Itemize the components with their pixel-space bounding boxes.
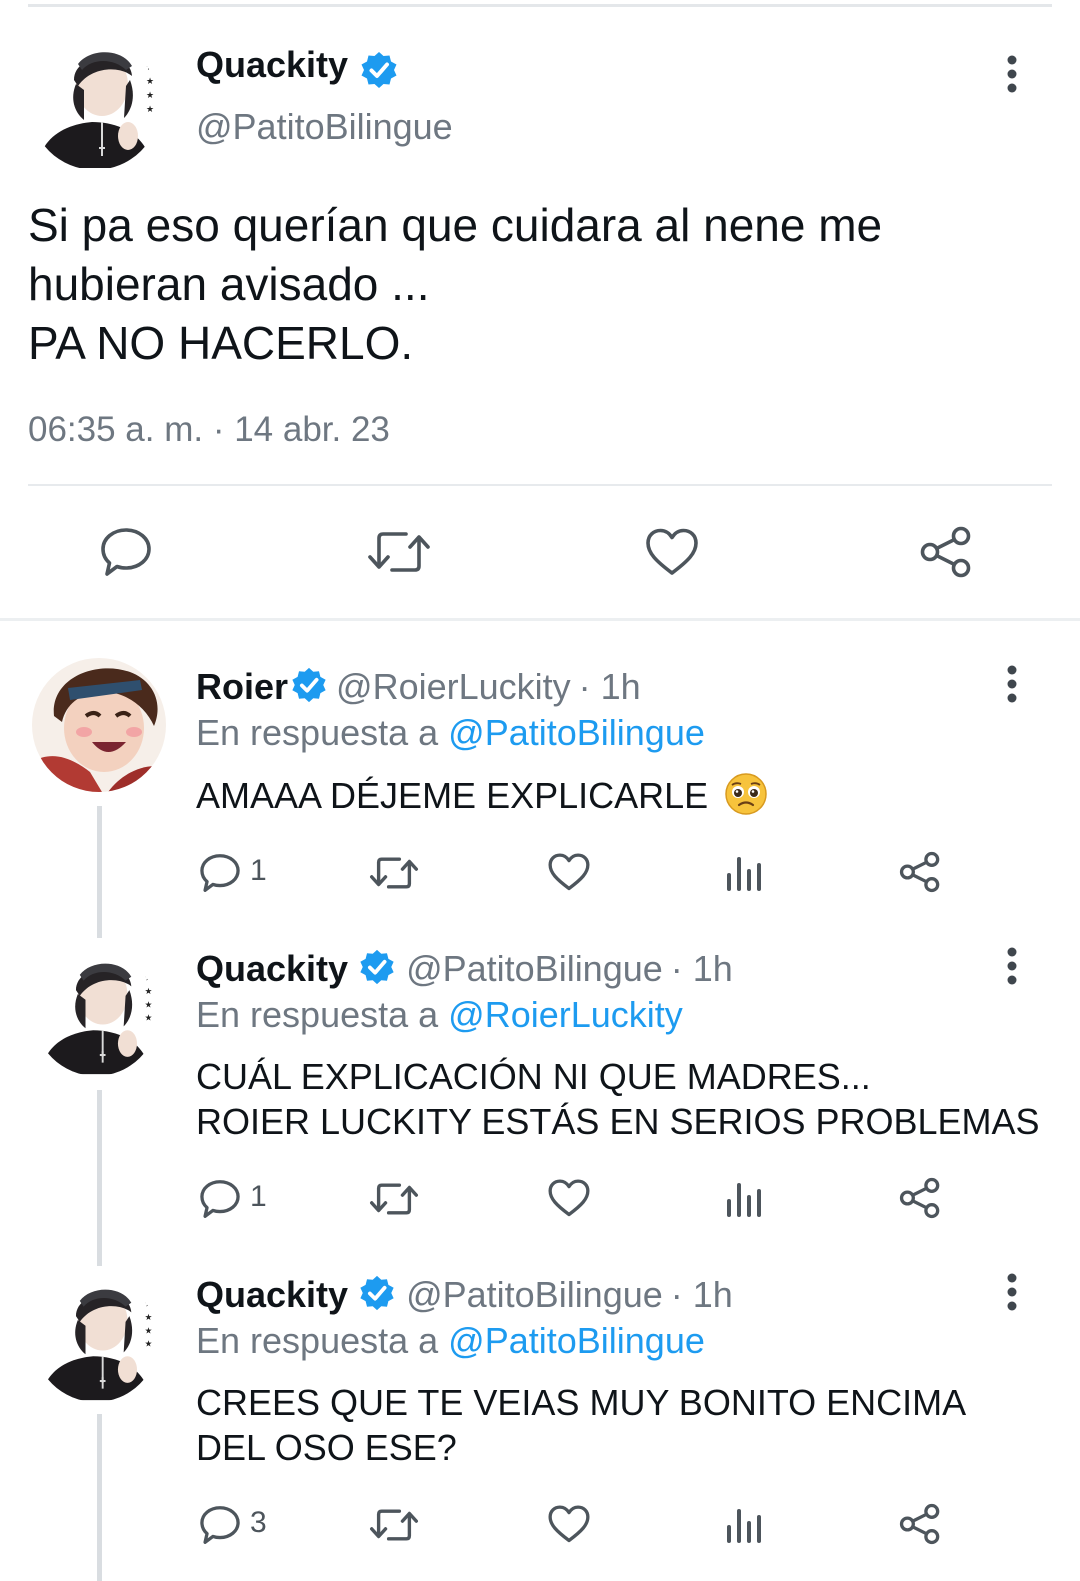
svg-text:★: ★ (145, 986, 153, 996)
reply-text-line: DEL OSO ESE? (196, 1427, 457, 1468)
like-icon[interactable] (547, 851, 591, 893)
thread-line (97, 1090, 102, 1266)
views-icon[interactable] (725, 853, 765, 893)
svg-text:★: ★ (145, 1299, 153, 1309)
svg-text:★: ★ (146, 104, 154, 114)
tweet-text-line: PA NO HACERLO. (28, 317, 414, 369)
retweet-icon[interactable] (368, 853, 420, 893)
reply-text-line: AMAAA DÉJEME EXPLICARLE (196, 775, 709, 816)
verified-badge-icon (358, 948, 396, 995)
reply-to-link[interactable]: @RoierLuckity (448, 994, 683, 1035)
reply-text: CUÁL EXPLICACIÓN NI QUE MADRES... ROIER … (196, 1054, 1040, 1144)
reply-time: · 1h (670, 1274, 733, 1316)
svg-text:★: ★ (146, 62, 154, 72)
author-handle[interactable]: @PatitoBilingue (406, 1274, 663, 1315)
thread-line (97, 806, 102, 938)
reply-1-header: Roier @RoierLuckity · 1h (196, 666, 641, 713)
share-icon[interactable] (898, 1502, 942, 1546)
main-tweet-bottom-divider (0, 618, 1080, 621)
reply-to-link[interactable]: @PatitoBilingue (448, 1320, 705, 1361)
tweet-text-line: hubieran avisado ... (28, 258, 430, 310)
avatar-quackity[interactable]: ★ ★ ★ ★ (30, 40, 160, 170)
author-name[interactable]: Roier (196, 666, 288, 707)
main-author-row: Quackity (196, 44, 399, 95)
share-icon[interactable] (898, 850, 942, 894)
action-bar-divider (28, 484, 1052, 486)
verified-badge-icon (359, 50, 399, 95)
reply-time: · 1h (578, 666, 641, 708)
more-options-icon[interactable] (998, 946, 1026, 986)
views-icon[interactable] (725, 1179, 765, 1219)
svg-text:★: ★ (145, 1312, 153, 1322)
avatar-roier[interactable] (32, 658, 166, 792)
reply-time: · 1h (670, 948, 733, 990)
svg-text:★: ★ (146, 90, 154, 100)
reply-text: AMAAA DÉJEME EXPLICARLE (196, 772, 768, 825)
reply-count: 3 (250, 1506, 267, 1539)
reply-text: CREES QUE TE VEIAS MUY BONITO ENCIMA DEL… (196, 1380, 966, 1470)
retweet-icon[interactable] (366, 526, 432, 578)
svg-text:★: ★ (146, 76, 154, 86)
author-name[interactable]: Quackity (196, 44, 348, 85)
reply-icon[interactable] (198, 1503, 242, 1547)
verified-badge-icon (290, 666, 328, 713)
author-handle[interactable]: @PatitoBilingue (406, 948, 663, 989)
reply-text-line: CREES QUE TE VEIAS MUY BONITO ENCIMA (196, 1382, 967, 1423)
in-reply-to: En respuesta a @PatitoBilingue (196, 1320, 705, 1362)
tweet-text-line: Si pa eso querían que cuidara al nene me (28, 199, 883, 251)
like-icon[interactable] (547, 1177, 591, 1219)
svg-text:★: ★ (145, 1013, 153, 1023)
top-divider (28, 4, 1052, 7)
in-reply-to: En respuesta a @PatitoBilingue (196, 712, 705, 754)
reply-count: 1 (250, 1180, 267, 1213)
retweet-icon[interactable] (368, 1505, 420, 1545)
reply-icon[interactable] (98, 524, 154, 580)
more-options-icon[interactable] (998, 1272, 1026, 1312)
share-icon[interactable] (918, 524, 974, 580)
reply-icon[interactable] (198, 1177, 242, 1221)
reply-icon[interactable] (198, 851, 242, 895)
like-icon[interactable] (547, 1503, 591, 1545)
svg-text:★: ★ (145, 1325, 153, 1335)
reply-3-header: Quackity @PatitoBilingue · 1h (196, 1274, 733, 1321)
reply-prefix: En respuesta a (196, 712, 439, 753)
thread-line (97, 1414, 102, 1581)
author-name[interactable]: Quackity (196, 1274, 348, 1315)
reply-count: 1 (250, 854, 267, 887)
retweet-icon[interactable] (368, 1179, 420, 1219)
tweet-timestamp[interactable]: 06:35 a. m. · 14 abr. 23 (28, 410, 390, 450)
svg-text:★: ★ (145, 1339, 153, 1349)
author-name[interactable]: Quackity (196, 948, 348, 989)
more-options-icon[interactable] (998, 54, 1026, 94)
in-reply-to: En respuesta a @RoierLuckity (196, 994, 683, 1036)
reply-prefix: En respuesta a (196, 994, 439, 1035)
like-icon[interactable] (644, 526, 700, 578)
reply-to-link[interactable]: @PatitoBilingue (448, 712, 705, 753)
tweet-text: Si pa eso querían que cuidara al nene me… (28, 196, 882, 373)
avatar-quackity[interactable]: ★ ★ ★ ★ (34, 952, 158, 1076)
pleading-face-emoji-icon (724, 772, 768, 825)
author-handle[interactable]: @RoierLuckity (336, 666, 571, 707)
svg-text:★: ★ (145, 973, 153, 983)
views-icon[interactable] (725, 1505, 765, 1545)
more-options-icon[interactable] (998, 664, 1026, 704)
reply-2-header: Quackity @PatitoBilingue · 1h (196, 948, 733, 995)
share-icon[interactable] (898, 1176, 942, 1220)
reply-prefix: En respuesta a (196, 1320, 439, 1361)
reply-text-line: ROIER LUCKITY ESTÁS EN SERIOS PROBLEMAS (196, 1101, 1040, 1142)
svg-text:★: ★ (145, 999, 153, 1009)
avatar-quackity[interactable]: ★ ★ ★ ★ (34, 1278, 158, 1402)
reply-text-line: CUÁL EXPLICACIÓN NI QUE MADRES... (196, 1056, 871, 1097)
verified-badge-icon (358, 1274, 396, 1321)
author-handle[interactable]: @PatitoBilingue (196, 106, 453, 148)
